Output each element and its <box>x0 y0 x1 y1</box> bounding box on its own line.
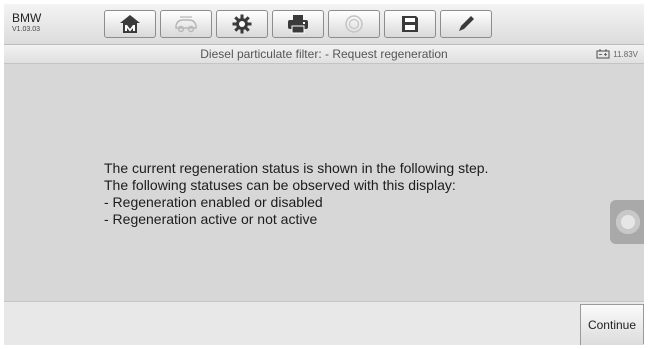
message-line: - Regeneration enabled or disabled <box>104 194 323 210</box>
battery-icon <box>596 49 610 59</box>
bottom-bar: Continue <box>4 301 644 345</box>
app-version: V1.03.03 <box>12 26 41 33</box>
settings-button[interactable] <box>216 10 268 38</box>
vehicle-swap-button[interactable] <box>160 10 212 38</box>
page-title: Diesel particulate filter: - Request reg… <box>200 47 448 61</box>
help-button[interactable] <box>328 10 380 38</box>
settings-gear-icon <box>232 14 252 34</box>
toolbar-buttons <box>104 10 496 38</box>
edit-button[interactable] <box>440 10 492 38</box>
vehicle-swap-icon <box>175 16 197 33</box>
message-line: - Regeneration active or not active <box>104 211 318 227</box>
app-screen: BMW V1.03.03 Diesel particulate filter: … <box>4 4 644 345</box>
instruction-message: The current regeneration status is shown… <box>104 160 488 228</box>
home-icon <box>120 15 140 33</box>
help-icon <box>345 15 363 33</box>
top-toolbar: BMW V1.03.03 <box>4 4 644 45</box>
save-icon <box>402 16 418 32</box>
battery-status: 11.83V <box>596 49 638 59</box>
save-button[interactable] <box>384 10 436 38</box>
message-line: The current regeneration status is shown… <box>104 160 489 176</box>
print-icon <box>288 15 308 34</box>
floating-assist-button[interactable] <box>610 200 644 244</box>
home-button[interactable] <box>104 10 156 38</box>
title-bar: Diesel particulate filter: - Request reg… <box>4 45 644 64</box>
edit-pen-icon <box>459 16 474 31</box>
content-area: The current regeneration status is shown… <box>4 64 644 300</box>
battery-voltage: 11.83V <box>613 49 638 59</box>
brand-block: BMW V1.03.03 <box>12 12 41 35</box>
brand-name: BMW <box>12 11 42 25</box>
floating-ring-icon <box>616 210 640 234</box>
print-button[interactable] <box>272 10 324 38</box>
message-line: The following statuses can be observed w… <box>104 177 456 193</box>
continue-button[interactable]: Continue <box>580 304 644 345</box>
